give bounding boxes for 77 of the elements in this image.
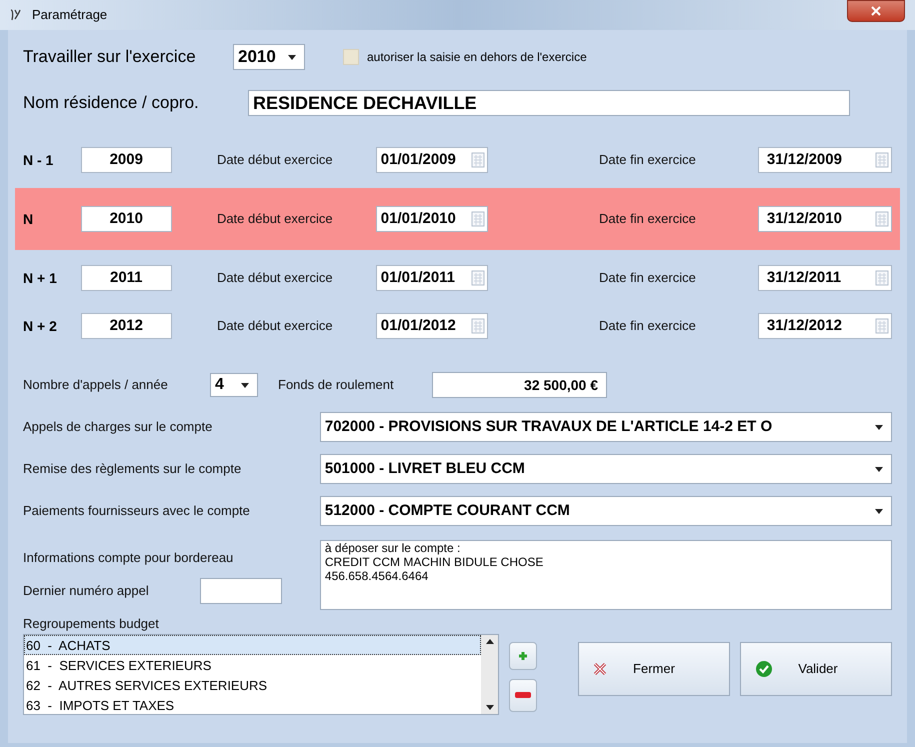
calendar-icon[interactable]: [471, 152, 486, 168]
date-field[interactable]: 01/01/2011: [376, 265, 488, 291]
calendar-icon[interactable]: [874, 318, 889, 334]
year-label: N + 2: [23, 316, 58, 336]
field-label: Date fin exercice: [599, 151, 697, 170]
field-label: Date fin exercice: [599, 210, 697, 228]
plus-icon: [518, 650, 528, 660]
year-label: N - 1: [23, 150, 54, 170]
last-call-number-field[interactable]: [200, 578, 282, 604]
date-field[interactable]: 01/01/2010: [376, 206, 488, 232]
caret-icon: [288, 54, 296, 60]
date-field[interactable]: 01/01/2012: [376, 313, 488, 339]
calendar-icon[interactable]: [471, 211, 486, 227]
year-field[interactable]: 2010: [80, 206, 172, 232]
field-label: Informations compte pour bordereau: [23, 549, 234, 567]
residence-field[interactable]: RESIDENCE DECHAVILLE: [248, 90, 850, 116]
close-button[interactable]: [847, 0, 905, 22]
list-item[interactable]: 63 - IMPOTS ET TAXES: [24, 694, 481, 714]
date-field[interactable]: 31/12/2012: [758, 313, 892, 339]
field-label: Regroupements budget: [23, 615, 160, 633]
check-icon: [755, 660, 773, 678]
date-field[interactable]: 31/12/2010: [758, 206, 892, 232]
field-label: Date début exercice: [216, 210, 334, 228]
close-icon: [871, 6, 881, 16]
account-dropdown[interactable]: 501000 - LIVRET BLEU CCM: [320, 454, 892, 484]
field-label: Date début exercice: [216, 269, 334, 288]
close-icon: [593, 662, 607, 676]
field-label: Date début exercice: [216, 151, 334, 170]
calendar-icon[interactable]: [874, 152, 889, 168]
window-title: Paramétrage: [32, 6, 108, 24]
calendar-icon[interactable]: [874, 270, 889, 286]
calendar-icon[interactable]: [471, 270, 486, 286]
field-label: Remise des règlements sur le compte: [23, 460, 242, 478]
date-field[interactable]: 31/12/2011: [758, 265, 892, 291]
caret-icon: [241, 382, 249, 388]
checkbox-label: autoriser la saisie en dehors de l'exercice: [367, 49, 587, 66]
account-dropdown[interactable]: 512000 - COMPTE COURANT CCM: [320, 496, 892, 526]
list-item[interactable]: 61 - SERVICES EXTERIEURS: [24, 654, 481, 674]
list-item[interactable]: 62 - AUTRES SERVICES EXTERIEURS: [24, 674, 481, 694]
caret-icon: [875, 508, 883, 514]
year-label: N + 1: [23, 268, 58, 288]
list-item[interactable]: 60 - ACHATS: [24, 634, 481, 654]
field-label: Nom résidence / copro.: [23, 92, 200, 114]
account-dropdown[interactable]: 702000 - PROVISIONS SUR TRAVAUX DE L'ARTICLE 14-2 ET O: [320, 412, 892, 442]
year-field[interactable]: 2009: [80, 147, 172, 173]
scroll-down-icon[interactable]: [486, 704, 494, 710]
date-field[interactable]: 01/01/2009: [376, 147, 488, 173]
working-fund-field[interactable]: 32 500,00 €: [432, 372, 607, 398]
calendar-icon[interactable]: [874, 211, 889, 227]
scroll-up-icon[interactable]: [486, 638, 494, 644]
field-label: Dernier numéro appel: [23, 582, 150, 600]
year-field[interactable]: 2011: [80, 265, 172, 291]
calendar-icon[interactable]: [471, 318, 486, 334]
add-button[interactable]: [509, 642, 537, 670]
field-label: Date fin exercice: [599, 317, 697, 336]
budget-listbox[interactable]: 60 - ACHATS 61 - SERVICES EXTERIEURS 62 - AUTRES SERVICES EXTERIEURS 63 - IMPOTS ET TAXES: [23, 634, 499, 714]
slip-info-textarea[interactable]: à déposer sur le compte : CREDIT CCM MACHIN BIDULE CHOSE 456.658.4564.6464: [320, 540, 892, 610]
field-label: Date fin exercice: [599, 269, 697, 288]
year-label: N: [23, 210, 34, 228]
caret-icon: [875, 424, 883, 430]
field-label: Appels de charges sur le compte: [23, 418, 214, 436]
close-dialog-button[interactable]: Fermer: [578, 642, 730, 696]
field-label: Date début exercice: [216, 317, 334, 336]
caret-icon: [875, 466, 883, 472]
exercise-dropdown[interactable]: 2010: [233, 44, 305, 70]
minus-icon: [514, 691, 532, 699]
field-label: Paiements fournisseurs avec le compte: [23, 502, 251, 520]
date-field[interactable]: 31/12/2009: [758, 147, 892, 173]
allow-checkbox[interactable]: [343, 49, 359, 65]
scrollbar[interactable]: [481, 634, 498, 714]
validate-button[interactable]: Valider: [740, 642, 892, 696]
field-label: Fonds de roulement: [278, 376, 395, 394]
remove-button[interactable]: [509, 678, 537, 712]
field-label: Travailler sur l'exercice: [23, 46, 197, 68]
field-label: Nombre d'appels / année: [23, 376, 169, 394]
calls-dropdown[interactable]: 4: [210, 373, 258, 397]
year-field[interactable]: 2012: [80, 313, 172, 339]
